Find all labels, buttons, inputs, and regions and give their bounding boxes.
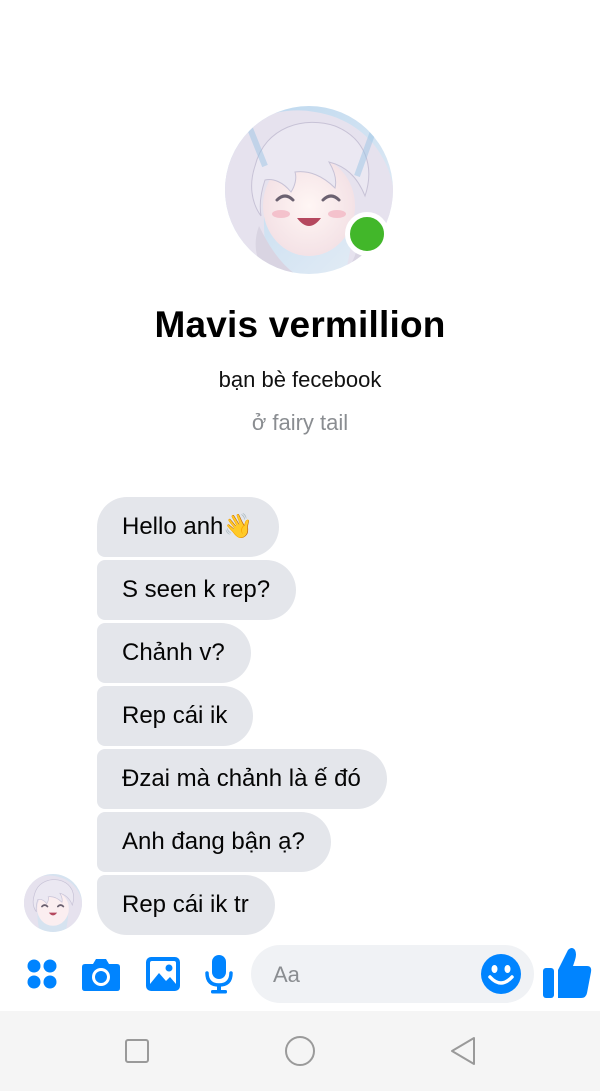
- message-bubble[interactable]: Anh đang bận ạ?: [97, 812, 331, 872]
- gallery-icon: [146, 957, 180, 991]
- sender-avatar[interactable]: [24, 874, 82, 932]
- message-bubble[interactable]: Hello anh👋: [97, 497, 280, 557]
- message-composer: [0, 940, 600, 1010]
- gallery-button[interactable]: [143, 954, 183, 994]
- system-navigation-bar: [0, 1011, 600, 1091]
- apps-button[interactable]: [22, 954, 62, 994]
- camera-icon: [82, 959, 120, 991]
- message-bubble[interactable]: Chảnh v?: [97, 623, 251, 683]
- recent-apps-icon: [125, 1039, 149, 1063]
- home-button[interactable]: [282, 1033, 318, 1069]
- message-bubble[interactable]: S seen k rep?: [97, 560, 297, 620]
- message-input-container[interactable]: [251, 945, 534, 1003]
- voice-button[interactable]: [199, 954, 239, 994]
- message-bubble[interactable]: Đzai mà chảnh là ế đó: [97, 749, 387, 809]
- microphone-icon: [205, 955, 233, 994]
- sender-avatar-illustration: [24, 874, 82, 932]
- message-bubble[interactable]: Rep cái ik tr: [97, 875, 275, 935]
- profile-relation: bạn bè fecebook: [218, 367, 382, 392]
- smiley-icon: [481, 954, 521, 994]
- profile-name[interactable]: Mavis vermillion: [0, 304, 600, 346]
- profile-location: ở fairy tail: [251, 410, 349, 435]
- like-send-button[interactable]: [541, 946, 593, 1000]
- back-button[interactable]: [446, 1033, 482, 1069]
- message-bubble[interactable]: Rep cái ik: [97, 686, 254, 746]
- message-list: Hello anh👋 S seen k rep? Chảnh v? Rep cá…: [97, 497, 387, 938]
- camera-button[interactable]: [81, 954, 121, 994]
- emoji-button[interactable]: [480, 953, 522, 995]
- online-status-indicator: [345, 212, 389, 256]
- home-icon: [285, 1036, 315, 1066]
- recent-apps-button[interactable]: [119, 1033, 155, 1069]
- apps-icon: [27, 959, 57, 989]
- profile-avatar-container[interactable]: [225, 106, 393, 274]
- thumbs-up-icon: [543, 948, 592, 998]
- message-input[interactable]: [271, 955, 475, 995]
- back-icon: [451, 1037, 475, 1065]
